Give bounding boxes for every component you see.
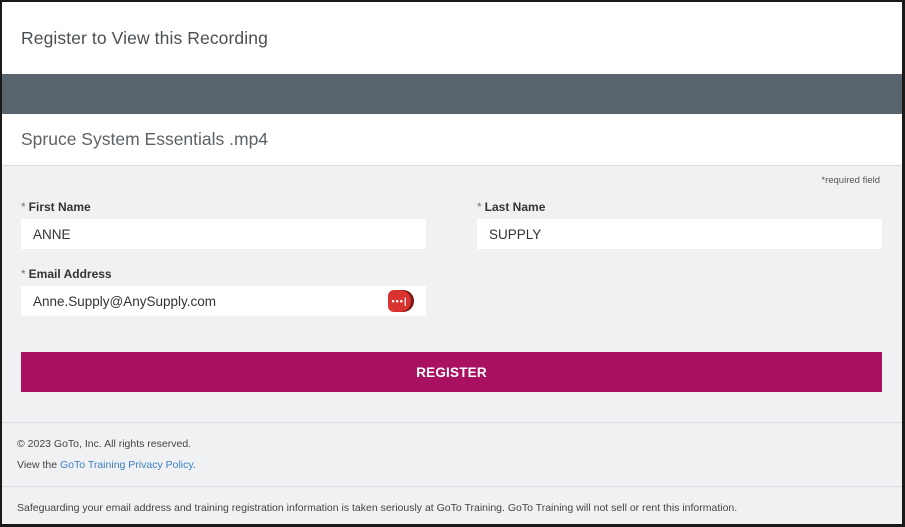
last-name-group: * Last Name SUPPLY (477, 200, 882, 249)
footer: © 2023 GoTo, Inc. All rights reserved. V… (2, 422, 902, 486)
email-value: Anne.Supply@AnySupply.com (33, 293, 217, 309)
first-name-group: * First Name ANNE (21, 200, 426, 249)
first-name-label: * First Name (21, 200, 91, 214)
page-title: Register to View this Recording (21, 27, 268, 48)
email-label: * Email Address (21, 267, 112, 281)
password-manager-icon[interactable]: •••| (388, 290, 414, 312)
page-header: Register to View this Recording (2, 2, 902, 74)
registration-form: *required field * First Name ANNE * Last N… (2, 166, 902, 422)
last-name-input[interactable]: SUPPLY (477, 219, 882, 249)
required-marker: * (21, 200, 26, 214)
required-marker: * (477, 200, 482, 214)
last-name-label: * Last Name (477, 200, 546, 214)
email-group: * Email Address Anne.Supply@AnySupply.com… (21, 267, 426, 316)
registration-page: Register to View this Recording Spruce S… (0, 0, 905, 527)
required-marker: * (21, 267, 26, 281)
privacy-disclaimer: Safeguarding your email address and trai… (2, 486, 902, 524)
copyright-text: © 2023 GoTo, Inc. All rights reserved. (17, 438, 192, 450)
email-input[interactable]: Anne.Supply@AnySupply.com •••| (21, 286, 426, 316)
required-field-note: *required field (821, 175, 880, 186)
recording-title: Spruce System Essentials .mp4 (21, 129, 269, 149)
register-button[interactable]: REGISTER (21, 352, 882, 392)
header-banner (2, 74, 902, 114)
first-name-input[interactable]: ANNE (21, 219, 426, 249)
privacy-line: View the GoTo Training Privacy Policy. (17, 459, 196, 471)
privacy-policy-link[interactable]: GoTo Training Privacy Policy (60, 459, 193, 471)
recording-title-bar: Spruce System Essentials .mp4 (2, 114, 902, 166)
